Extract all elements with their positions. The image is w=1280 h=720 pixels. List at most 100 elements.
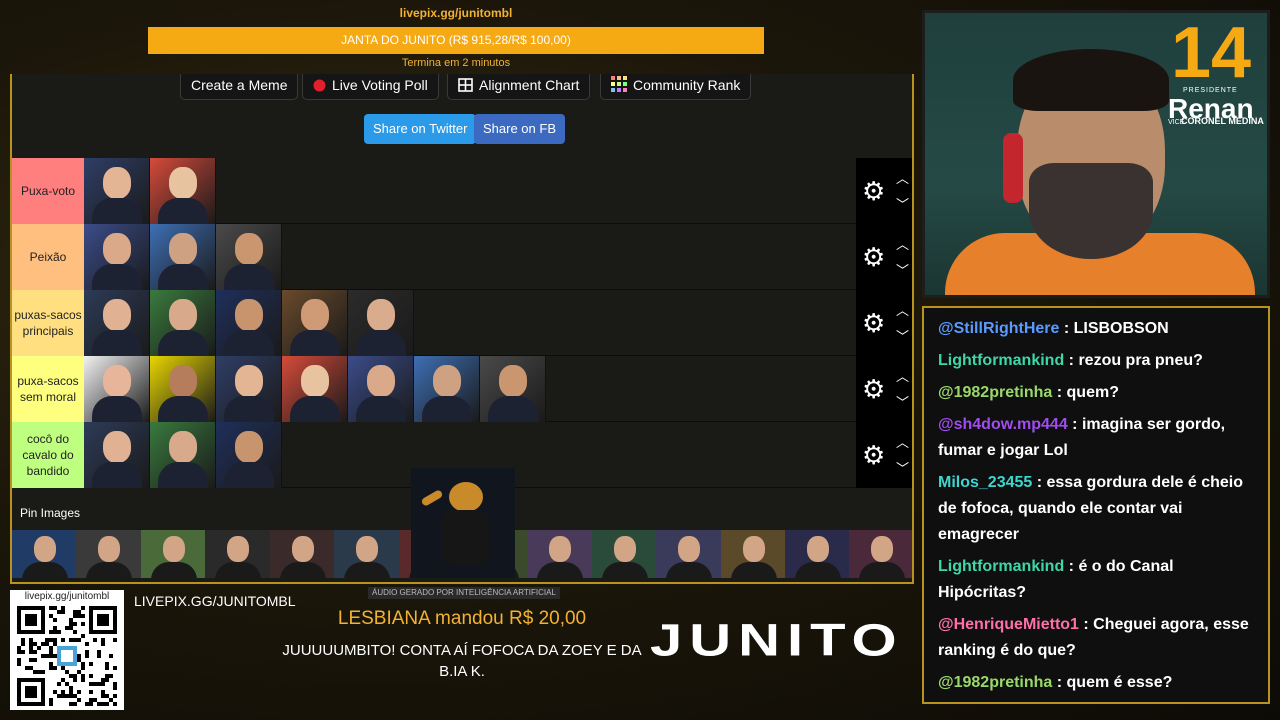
gear-icon[interactable]: ⚙ <box>862 244 885 270</box>
gear-icon[interactable]: ⚙ <box>862 442 885 468</box>
donation-verb: mandou <box>435 608 504 629</box>
pin-image[interactable] <box>849 530 912 578</box>
tier-label[interactable]: Puxa-voto <box>12 158 84 224</box>
gear-icon[interactable]: ⚙ <box>862 310 885 336</box>
tier-item-image[interactable] <box>150 422 216 488</box>
pin-image[interactable] <box>140 530 206 578</box>
brand-logo: JUNITO <box>650 614 904 666</box>
chevron-up-icon[interactable]: ︿ <box>896 432 909 451</box>
person-head <box>169 233 197 265</box>
live-voting-poll-button[interactable]: Live Voting Poll <box>302 74 439 100</box>
record-icon <box>313 74 326 101</box>
person-head <box>356 536 379 562</box>
chevron-down-icon[interactable]: ﹀ <box>896 326 909 345</box>
gear-icon[interactable]: ⚙ <box>862 178 885 204</box>
chat-username[interactable]: Lightformankind <box>938 558 1064 575</box>
tier-item-image[interactable] <box>480 356 546 422</box>
tier-item-image[interactable] <box>84 158 150 224</box>
pin-image[interactable] <box>785 530 850 578</box>
chevron-down-icon[interactable]: ﹀ <box>896 392 909 411</box>
pin-image[interactable] <box>334 530 399 578</box>
share-fb-button[interactable]: Share on FB <box>474 114 565 144</box>
chat-message: @StillRightHere : LISBOBSON <box>938 316 1258 342</box>
pin-image[interactable] <box>205 530 270 578</box>
chat-username[interactable]: Lightformankind <box>938 352 1064 369</box>
create-meme-label: Create a Meme <box>191 77 288 93</box>
chat-username[interactable]: @1982pretinha <box>938 674 1052 691</box>
tier-label[interactable]: cocô do cavalo do bandido <box>12 422 84 488</box>
person-head <box>235 431 263 463</box>
tier-item-image[interactable] <box>414 356 480 422</box>
person-body <box>150 562 197 578</box>
chevron-down-icon[interactable]: ﹀ <box>896 194 909 213</box>
tier-item-image[interactable] <box>282 290 348 356</box>
pin-image[interactable] <box>269 530 335 578</box>
tier-row: puxas-sacos principais ⚙ ︿ ﹀ <box>12 290 912 356</box>
tier-item-image[interactable] <box>84 224 150 290</box>
tier-item-image[interactable] <box>84 356 150 422</box>
tier-item-image[interactable] <box>84 422 150 488</box>
tier-row: puxa-sacos sem moral ⚙ ︿ ﹀ <box>12 356 912 422</box>
pin-image[interactable] <box>76 530 141 578</box>
pin-image[interactable] <box>12 530 77 578</box>
grid-icon <box>458 74 473 101</box>
chat-username[interactable]: @sh4dow.mp444 <box>938 416 1068 433</box>
community-rank-button[interactable]: Community Rank <box>600 74 752 101</box>
tier-item-image[interactable] <box>150 356 216 422</box>
chat-username[interactable]: @HenriqueMietto1 <box>938 616 1079 633</box>
create-meme-button[interactable]: Create a Meme <box>180 74 299 100</box>
chat-username[interactable]: Milos_23455 <box>938 474 1032 491</box>
tier-item-image[interactable] <box>150 224 216 290</box>
chevron-up-icon[interactable]: ︿ <box>896 300 909 319</box>
person-body <box>86 562 133 578</box>
ai-audio-note: ÁUDIO GERADO POR INTELIGÊNCIA ARTIFICIAL <box>368 587 560 599</box>
tier-items <box>84 356 546 422</box>
alignment-chart-button[interactable]: Alignment Chart <box>447 74 591 101</box>
campaign-coronel: CORONEL MEDINA <box>1181 116 1264 126</box>
chevron-up-icon[interactable]: ︿ <box>896 366 909 385</box>
chevron-up-icon[interactable]: ︿ <box>896 234 909 253</box>
person-head <box>169 431 197 463</box>
person-head <box>235 299 263 331</box>
pin-image[interactable] <box>591 530 657 578</box>
chevron-down-icon[interactable]: ﹀ <box>896 260 909 279</box>
person-body <box>488 396 538 422</box>
tier-item-image[interactable] <box>348 290 414 356</box>
pin-image[interactable] <box>720 530 786 578</box>
tier-item-image[interactable] <box>216 224 282 290</box>
tier-item-image[interactable] <box>282 356 348 422</box>
person-head <box>169 365 197 397</box>
person-head <box>103 233 131 265</box>
chevron-up-icon[interactable]: ︿ <box>896 168 909 187</box>
tier-item-image[interactable] <box>84 290 150 356</box>
pin-image[interactable] <box>527 530 592 578</box>
tier-rows: Puxa-voto ⚙ ︿ ﹀ Peixão ⚙ ︿ ﹀ puxas-sacos princip… <box>12 158 912 488</box>
person-head <box>613 536 636 562</box>
rank-grid-icon <box>611 74 627 101</box>
chat-text: LISBOBSON <box>1073 320 1169 337</box>
chat-message: @1982pretinha : quem é esse? <box>938 670 1258 696</box>
chat-username[interactable]: @1982pretinha <box>938 384 1052 401</box>
person-head <box>103 365 131 397</box>
tier-label[interactable]: Peixão <box>12 224 84 290</box>
chat-username[interactable]: @StillRightHere <box>938 320 1059 337</box>
pin-image[interactable] <box>656 530 721 578</box>
mascot-head <box>449 482 483 512</box>
tier-item-image[interactable] <box>348 356 414 422</box>
tier-label[interactable]: puxa-sacos sem moral <box>12 356 84 422</box>
tier-item-image[interactable] <box>216 290 282 356</box>
tier-item-image[interactable] <box>150 158 216 224</box>
chevron-down-icon[interactable]: ﹀ <box>896 458 909 477</box>
person-head <box>34 536 56 562</box>
tier-item-image[interactable] <box>150 290 216 356</box>
tier-item-image[interactable] <box>216 356 282 422</box>
tier-item-image[interactable] <box>216 422 282 488</box>
live-voting-poll-label: Live Voting Poll <box>332 77 428 93</box>
chat-panel: @StillRightHere : LISBOBSON Lightformanki… <box>922 306 1270 704</box>
gear-icon[interactable]: ⚙ <box>862 376 885 402</box>
tier-label[interactable]: puxas-sacos principais <box>12 290 84 356</box>
person-head <box>98 536 121 562</box>
donor-name: LESBIANA <box>337 608 430 629</box>
person-body <box>356 396 406 422</box>
share-twitter-button[interactable]: Share on Twitter <box>364 114 477 144</box>
